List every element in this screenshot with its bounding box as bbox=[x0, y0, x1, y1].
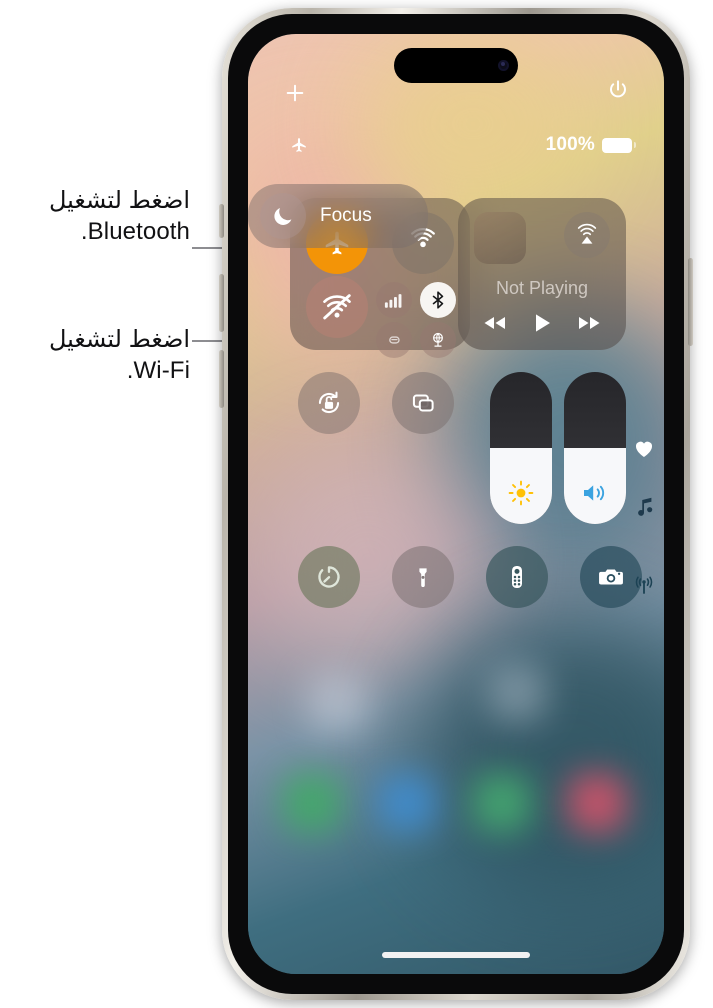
fast-forward-icon[interactable] bbox=[572, 310, 606, 336]
iphone-device: 100% Not Playing Focus bbox=[219, 8, 693, 1000]
action-button[interactable] bbox=[219, 204, 224, 238]
callout-bluetooth: اضغط لتشغيل Bluetooth. bbox=[48, 187, 190, 245]
battery-full-icon bbox=[602, 137, 636, 153]
brightness-slider[interactable] bbox=[490, 372, 552, 524]
add-control-button[interactable] bbox=[284, 82, 306, 104]
wifi-toggle[interactable] bbox=[306, 276, 368, 338]
antenna-icon[interactable] bbox=[632, 576, 656, 598]
cellular-data-toggle[interactable] bbox=[376, 282, 412, 318]
screen-mirroring-toggle[interactable] bbox=[392, 372, 454, 434]
now-playing-label: Not Playing bbox=[495, 278, 589, 298]
flashlight-icon[interactable] bbox=[392, 546, 454, 608]
bluetooth-toggle[interactable] bbox=[420, 282, 456, 318]
power-icon[interactable] bbox=[606, 78, 630, 102]
control-center: Not Playing Focus bbox=[248, 184, 664, 974]
volume-down-button[interactable] bbox=[219, 350, 224, 408]
play-icon[interactable] bbox=[525, 310, 559, 336]
remote-icon[interactable] bbox=[486, 546, 548, 608]
airplay-icon[interactable] bbox=[564, 212, 610, 258]
rewind-icon[interactable] bbox=[478, 310, 512, 336]
sun-icon bbox=[490, 480, 552, 506]
callout-wifi: اضغط لتشغيل Wi-Fi. bbox=[48, 326, 190, 384]
side-power-button[interactable] bbox=[688, 258, 693, 346]
airplane-status-icon bbox=[290, 136, 308, 154]
volume-slider[interactable] bbox=[564, 372, 626, 524]
volume-up-button[interactable] bbox=[219, 274, 224, 332]
screenshot-stage: اضغط لتشغيل Bluetooth. اضغط لتشغيل Wi-Fi… bbox=[0, 0, 713, 1008]
personal-hotspot-toggle[interactable] bbox=[376, 322, 412, 358]
focus-label: Focus bbox=[320, 205, 372, 226]
front-camera-icon bbox=[498, 60, 509, 71]
music-note-icon[interactable] bbox=[634, 494, 656, 518]
media-transport-controls bbox=[458, 310, 626, 336]
speaker-wave-icon bbox=[564, 480, 626, 506]
battery-status: 100% bbox=[545, 134, 636, 156]
device-screen: 100% Not Playing Focus bbox=[248, 34, 664, 974]
media-playback-module: Not Playing bbox=[458, 198, 626, 350]
moon-icon bbox=[260, 193, 306, 239]
vpn-toggle[interactable] bbox=[420, 322, 456, 358]
heart-icon[interactable] bbox=[632, 436, 656, 460]
album-art-placeholder bbox=[474, 212, 526, 264]
focus-button[interactable]: Focus bbox=[248, 184, 428, 248]
home-indicator[interactable] bbox=[382, 952, 530, 958]
battery-percent-label: 100% bbox=[545, 134, 595, 155]
timer-icon[interactable] bbox=[298, 546, 360, 608]
status-bar: 100% bbox=[248, 134, 664, 160]
rotation-lock-toggle[interactable] bbox=[298, 372, 360, 434]
dynamic-island bbox=[394, 48, 518, 83]
